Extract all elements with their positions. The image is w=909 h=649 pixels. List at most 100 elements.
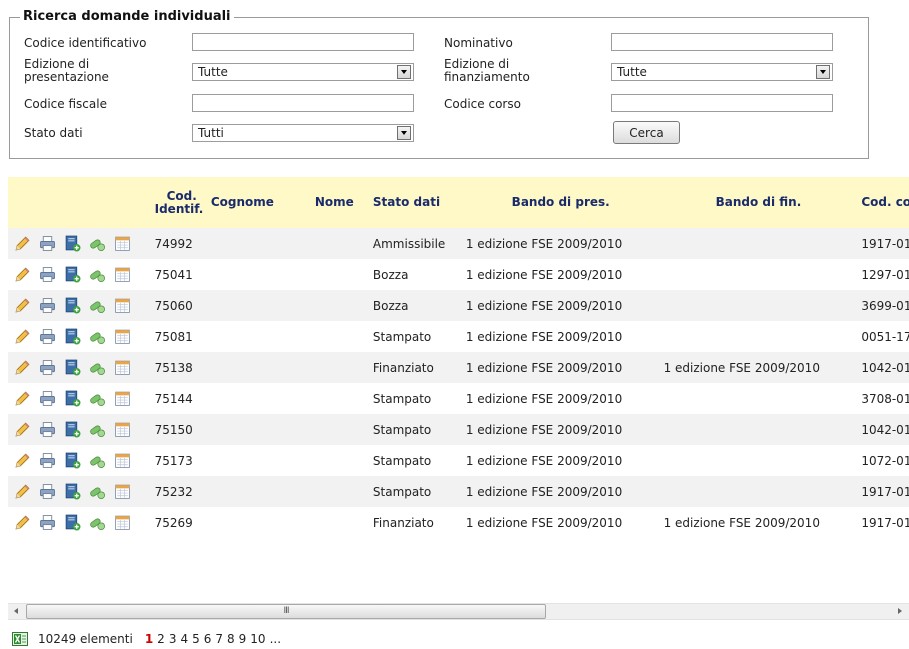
calendar-icon[interactable] [114,359,131,376]
pencil-icon[interactable] [14,483,31,500]
print-icon[interactable] [39,390,56,407]
pills-icon[interactable] [89,452,106,469]
print-icon[interactable] [39,235,56,252]
nome-header[interactable]: Nome [299,177,369,228]
codice-identificativo-input[interactable] [192,33,414,51]
page-link-1[interactable]: 1 [145,632,153,646]
cell-cod-identif: 75138 [150,352,207,383]
pencil-icon[interactable] [14,514,31,531]
pencil-icon[interactable] [14,390,31,407]
pills-icon[interactable] [89,328,106,345]
chevron-down-icon[interactable] [397,126,411,140]
table-row: 75060 Bozza 1 edizione FSE 2009/2010 369… [8,290,909,321]
print-icon[interactable] [39,483,56,500]
page-link-5[interactable]: 5 [192,632,200,646]
pills-icon[interactable] [89,297,106,314]
cell-cod-corso: 1917-01-0 [857,228,909,259]
pills-icon[interactable] [89,235,106,252]
document-add-icon[interactable] [64,328,81,345]
stato-dati-select[interactable]: Tutti [192,124,414,142]
chevron-down-icon[interactable] [397,65,411,79]
print-icon[interactable] [39,421,56,438]
pencil-icon[interactable] [14,452,31,469]
cod-corso-header[interactable]: Cod. cor [857,177,909,228]
bando-fin-header[interactable]: Bando di fin. [659,177,858,228]
pencil-icon[interactable] [14,421,31,438]
document-add-icon[interactable] [64,297,81,314]
calendar-icon[interactable] [114,452,131,469]
page-link-7[interactable]: 7 [215,632,223,646]
codice-corso-input[interactable] [611,94,833,112]
print-icon[interactable] [39,266,56,283]
cell-cod-identif: 74992 [150,228,207,259]
cell-nome [299,507,369,538]
nominativo-input[interactable] [611,33,833,51]
pills-icon[interactable] [89,514,106,531]
page-link-3[interactable]: 3 [169,632,177,646]
document-add-icon[interactable] [64,235,81,252]
cell-bando-fin [659,445,858,476]
document-add-icon[interactable] [64,421,81,438]
table-row: 75150 Stampato 1 edizione FSE 2009/2010 … [8,414,909,445]
pencil-icon[interactable] [14,359,31,376]
calendar-icon[interactable] [114,390,131,407]
cell-cognome [206,228,300,259]
scroll-left-arrow-icon[interactable] [8,604,25,619]
cod-identif-header[interactable]: Cod. Identif. [150,177,207,228]
stato-dati-value: Tutti [198,126,224,140]
document-add-icon[interactable] [64,514,81,531]
cell-cognome [206,476,300,507]
document-add-icon[interactable] [64,390,81,407]
calendar-icon[interactable] [114,421,131,438]
bando-pres-header[interactable]: Bando di pres. [461,177,660,228]
pills-icon[interactable] [89,266,106,283]
calendar-icon[interactable] [114,297,131,314]
page-link-2[interactable]: 2 [157,632,165,646]
print-icon[interactable] [39,359,56,376]
calendar-icon[interactable] [114,235,131,252]
calendar-icon[interactable] [114,514,131,531]
scrollbar-thumb[interactable]: III [26,604,546,619]
calendar-icon[interactable] [114,328,131,345]
edizione-finanziamento-select[interactable]: Tutte [611,63,833,81]
horizontal-scrollbar[interactable]: III [8,603,909,620]
page-link-6[interactable]: 6 [204,632,212,646]
calendar-icon[interactable] [114,266,131,283]
print-icon[interactable] [39,328,56,345]
page-link-4[interactable]: 4 [180,632,188,646]
row-actions [8,228,151,259]
pills-icon[interactable] [89,421,106,438]
cell-cod-corso: 1917-01-0 [857,476,909,507]
table-row: 75144 Stampato 1 edizione FSE 2009/2010 … [8,383,909,414]
excel-icon[interactable] [12,632,28,646]
pencil-icon[interactable] [14,328,31,345]
page-link-8[interactable]: 8 [227,632,235,646]
edizione-presentazione-select[interactable]: Tutte [192,63,414,81]
pills-icon[interactable] [89,483,106,500]
pencil-icon[interactable] [14,297,31,314]
cerca-button[interactable]: Cerca [613,121,680,144]
page-link-10[interactable]: 10 [250,632,265,646]
print-icon[interactable] [39,297,56,314]
cognome-header[interactable]: Cognome [206,177,300,228]
scroll-right-arrow-icon[interactable] [892,604,909,619]
page-link-9[interactable]: 9 [239,632,247,646]
document-add-icon[interactable] [64,452,81,469]
print-icon[interactable] [39,452,56,469]
codice-fiscale-input[interactable] [192,94,414,112]
pencil-icon[interactable] [14,235,31,252]
calendar-icon[interactable] [114,483,131,500]
document-add-icon[interactable] [64,266,81,283]
cell-cognome [206,290,300,321]
stato-dati-header[interactable]: Stato dati [368,177,462,228]
cell-stato-dati: Stampato [368,476,462,507]
row-actions [8,352,151,383]
print-icon[interactable] [39,514,56,531]
pencil-icon[interactable] [14,266,31,283]
chevron-down-icon[interactable] [816,65,830,79]
page-link-11[interactable]: ... [270,632,281,646]
document-add-icon[interactable] [64,483,81,500]
document-add-icon[interactable] [64,359,81,376]
pills-icon[interactable] [89,390,106,407]
pills-icon[interactable] [89,359,106,376]
